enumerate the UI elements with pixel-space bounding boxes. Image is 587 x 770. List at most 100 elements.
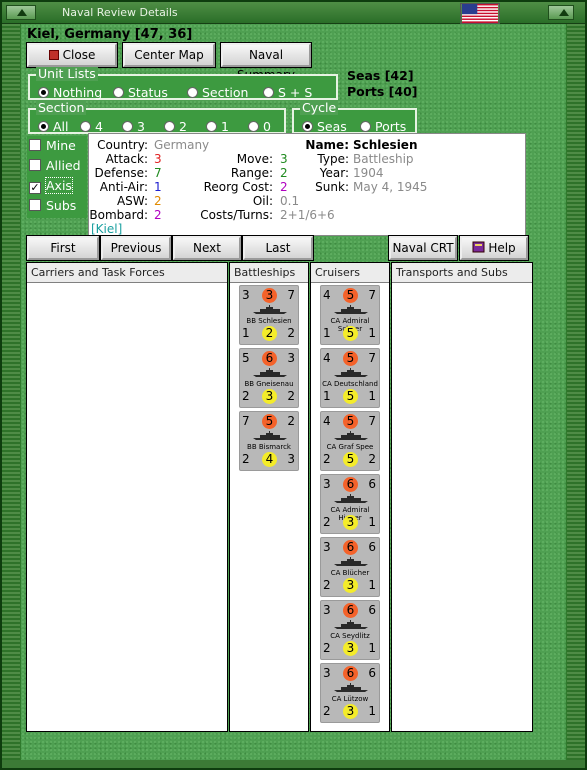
minimize-arrow-icon[interactable]: [6, 5, 36, 20]
reorg-label: Reorg Cost:: [203, 180, 273, 194]
section-radio-3[interactable]: 3: [122, 119, 145, 134]
cruisers-column: Cruisers 457CA Admiral Scheer151457CA De…: [310, 262, 390, 732]
section-radio-1[interactable]: 1: [206, 119, 229, 134]
ship-name: CA Graf Spee: [326, 443, 374, 451]
ship-counter[interactable]: 3 6 6 CA Blücher 2 3 1: [320, 537, 380, 597]
range-label: Range:: [230, 166, 273, 180]
carriers-header: Carriers and Task Forces: [27, 263, 227, 283]
ship-name: CA Deutschland: [322, 380, 378, 388]
unit-info-panel: Country: Germany Attack: 3 Defense: 7 An…: [88, 133, 526, 236]
antiair-value: 1: [154, 180, 162, 194]
transports-column: Transports and Subs: [391, 262, 533, 732]
close-icon: [48, 50, 59, 60]
radio-nothing[interactable]: Nothing: [38, 85, 102, 100]
ship-counter[interactable]: 7 5 2 BB Bismarck 2 4 3: [239, 411, 299, 471]
counter-bottom-right: 1: [368, 641, 376, 655]
next-button[interactable]: Next: [172, 235, 242, 261]
ship-counter[interactable]: 4 5 7 CA Deutschland 1 5 1: [320, 348, 380, 408]
name-value: Schlesien: [353, 138, 418, 152]
center-map-button[interactable]: Center Map: [122, 42, 216, 68]
checkbox-icon: [29, 159, 41, 171]
country-label: Country:: [97, 138, 148, 152]
battleships-column: Battleships 3 3 7 BB Schlesien 1 2 2 5 6 3 BB Gnei…: [229, 262, 309, 732]
counter-bottom-left: 2: [323, 515, 331, 529]
previous-button[interactable]: Previous: [100, 235, 172, 261]
counter-bottom-circle: 5: [343, 389, 358, 404]
section-radio-all[interactable]: All: [38, 119, 69, 134]
counter-top-circle: 6: [343, 666, 358, 681]
first-button[interactable]: First: [26, 235, 100, 261]
cycle-radio-seas[interactable]: Seas: [302, 119, 347, 134]
counter-top-right: 7: [368, 414, 376, 428]
bombard-label: Bombard:: [89, 208, 148, 222]
close-button[interactable]: Close: [26, 42, 118, 68]
radio-selected-icon: [302, 121, 313, 132]
ports-count: Ports [40]: [347, 84, 418, 99]
carriers-column: Carriers and Task Forces: [26, 262, 228, 732]
radio-section[interactable]: Section: [187, 85, 248, 100]
ship-counter[interactable]: 457CA Admiral Scheer151: [320, 285, 380, 345]
radio-icon: [206, 121, 217, 132]
home-port-link[interactable]: [Kiel]: [91, 222, 122, 236]
asw-label: ASW:: [116, 194, 148, 208]
transports-header: Transports and Subs: [392, 263, 532, 283]
counter-bottom-left: 1: [323, 326, 331, 340]
ship-counter[interactable]: 4 5 7 CA Graf Spee 2 5 2: [320, 411, 380, 471]
counter-bottom-circle: 5: [343, 452, 358, 467]
help-book-icon: [472, 241, 485, 253]
naval-summary-button[interactable]: Naval Summary: [220, 42, 312, 82]
naval-crt-button[interactable]: Naval CRT: [388, 235, 458, 261]
cycle-group: Cycle Seas Ports: [292, 101, 417, 134]
radio-icon: [248, 121, 259, 132]
collapse-arrow-icon[interactable]: [548, 5, 574, 20]
ship-name: CA Blücher: [330, 569, 370, 577]
counter-top-circle: 3: [262, 288, 277, 303]
move-value: 3: [280, 152, 288, 166]
ship-counter[interactable]: 366CA Admiral Hipper231: [320, 474, 380, 534]
radio-s-plus-s[interactable]: S + S: [263, 85, 312, 100]
counter-top-circle: 6: [343, 477, 358, 492]
usa-flag-icon: [460, 3, 500, 24]
battleships-header: Battleships: [230, 263, 308, 283]
section-radio-0[interactable]: 0: [248, 119, 271, 134]
country-value: Germany: [154, 138, 210, 152]
help-button[interactable]: Help: [459, 235, 529, 261]
left-frame: [2, 24, 20, 766]
checkbox-icon: [29, 139, 41, 151]
naval-review-window: Naval Review Details Kiel, Germany [47, …: [0, 0, 587, 770]
ship-counter[interactable]: 3 6 6 CA Lützow 2 3 1: [320, 663, 380, 723]
checkbox-allied[interactable]: Allied: [29, 158, 89, 178]
checkbox-subs[interactable]: Subs: [29, 198, 89, 218]
checkbox-mine[interactable]: Mine: [29, 138, 89, 158]
counter-bottom-circle: 3: [262, 389, 277, 404]
radio-icon: [80, 121, 91, 132]
ship-counter[interactable]: 5 6 3 BB Gneisenau 2 3 2: [239, 348, 299, 408]
bottom-frame: [2, 760, 585, 768]
counter-bottom-right: 3: [287, 452, 295, 466]
counter-top-right: 6: [368, 603, 376, 617]
checkmark-icon: ✓: [29, 181, 41, 194]
counter-top-circle: 5: [262, 414, 277, 429]
defense-value: 7: [154, 166, 162, 180]
section-radio-2[interactable]: 2: [164, 119, 187, 134]
radio-icon: [122, 121, 133, 132]
ship-name: BB Bismarck: [247, 443, 291, 451]
radio-selected-icon: [38, 87, 49, 98]
checkbox-axis[interactable]: ✓ Axis: [29, 177, 89, 198]
cycle-radio-ports[interactable]: Ports: [360, 119, 406, 134]
oil-value: 0.1: [280, 194, 300, 208]
sunk-value: May 4, 1945: [353, 180, 428, 194]
counter-top-right: 6: [368, 477, 376, 491]
last-button[interactable]: Last: [242, 235, 314, 261]
radio-status[interactable]: Status: [113, 85, 168, 100]
counter-top-left: 3: [323, 603, 331, 617]
ship-counter[interactable]: 3 6 6 CA Seydlitz 2 3 1: [320, 600, 380, 660]
counter-bottom-right: 2: [287, 326, 295, 340]
year-value: 1904: [353, 166, 384, 180]
section-radio-4[interactable]: 4: [80, 119, 103, 134]
ship-counter[interactable]: 3 3 7 BB Schlesien 1 2 2: [239, 285, 299, 345]
counter-bottom-left: 2: [323, 578, 331, 592]
counter-top-circle: 5: [343, 351, 358, 366]
unit-lists-legend: Unit Lists: [36, 66, 98, 81]
counter-bottom-left: 1: [323, 389, 331, 403]
